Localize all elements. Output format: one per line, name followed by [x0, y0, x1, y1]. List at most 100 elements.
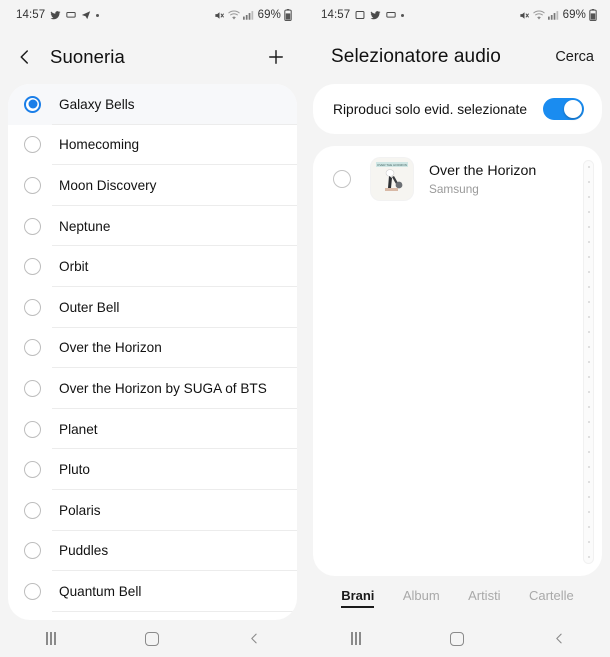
wifi-icon — [227, 10, 240, 21]
status-bar: 14:57 69% — [0, 0, 305, 30]
list-item-label: Moon Discovery — [59, 177, 157, 193]
mute-icon — [214, 10, 225, 21]
left-screen-ringtone-picker: 14:57 69% Suoneria Galaxy Bells Homecomi… — [0, 0, 305, 657]
mute-icon — [519, 10, 530, 21]
radio-button[interactable] — [24, 95, 41, 113]
system-navigation-bar — [305, 620, 610, 657]
song-artist: Samsung — [429, 181, 479, 196]
list-item[interactable]: Polaris — [8, 490, 297, 531]
back-icon[interactable] — [539, 627, 579, 651]
song-text: Over the Horizon Samsung — [429, 163, 536, 196]
page-title: Suoneria — [50, 46, 125, 67]
list-item[interactable]: Over the Horizon by SUGA of BTS — [8, 368, 297, 409]
status-bar-right: 69% — [214, 9, 292, 21]
list-item[interactable]: Pluto — [8, 449, 297, 490]
back-chevron-icon[interactable] — [16, 44, 42, 70]
list-item[interactable]: Orbit — [8, 246, 297, 287]
search-button[interactable]: Cerca — [555, 49, 594, 65]
play-only-selected-row[interactable]: Riproduci solo evid. selezionate — [313, 84, 602, 134]
back-icon[interactable] — [234, 627, 274, 651]
list-item[interactable]: Puddles — [8, 531, 297, 572]
message-icon — [386, 10, 396, 20]
radio-button[interactable] — [24, 379, 41, 397]
radio-button[interactable] — [24, 542, 41, 560]
radio-button[interactable] — [333, 170, 351, 188]
home-icon[interactable] — [437, 627, 477, 651]
radio-button[interactable] — [24, 420, 41, 438]
status-bar-clock: 14:57 — [16, 9, 46, 21]
list-item[interactable]: Neptune — [8, 206, 297, 247]
list-item-label: Puddles — [59, 543, 109, 559]
library-tabs: Brani Album Artisti Cartelle — [305, 576, 610, 620]
list-item-label: Quantum Bell — [59, 583, 142, 599]
song-title: Over the Horizon — [429, 162, 537, 179]
twitter-icon — [370, 10, 381, 21]
list-item-label: Outer Bell — [59, 299, 120, 315]
dot-icon — [96, 13, 100, 17]
tab-brani[interactable]: Brani — [341, 588, 375, 608]
radio-button[interactable] — [24, 461, 41, 479]
twitter-icon — [50, 10, 61, 21]
right-header: Selezionatore audio Cerca — [305, 30, 610, 84]
list-item[interactable]: Galaxy Bells — [8, 84, 297, 125]
radio-button[interactable] — [24, 217, 41, 235]
radio-button[interactable] — [24, 582, 41, 600]
row-divider — [52, 610, 297, 612]
toggle-label: Riproduci solo evid. selezionate — [333, 101, 528, 117]
status-bar-left: 14:57 — [16, 9, 100, 21]
album-art-image: OVER THE HORIZON — [371, 158, 413, 200]
left-header: Suoneria — [0, 30, 305, 84]
battery-percent-label: 69% — [562, 9, 586, 21]
tab-album[interactable]: Album — [403, 588, 440, 608]
signal-icon — [242, 10, 254, 20]
list-item-label: Orbit — [59, 259, 89, 275]
battery-icon — [589, 9, 597, 21]
battery-percent-label: 69% — [257, 9, 281, 21]
list-item-label: Over the Horizon — [59, 340, 162, 356]
screenshot-root: 14:57 69% Suoneria Galaxy Bells Homecomi… — [0, 0, 610, 657]
list-item[interactable]: Outer Bell — [8, 287, 297, 328]
home-icon[interactable] — [132, 627, 172, 651]
list-item[interactable]: OVER THE HORIZON Over the Horizon Samsun… — [313, 146, 602, 212]
radio-button[interactable] — [24, 501, 41, 519]
tab-artisti[interactable]: Artisti — [468, 588, 501, 608]
list-item-label: Homecoming — [59, 137, 140, 153]
list-item[interactable]: Moon Discovery — [8, 165, 297, 206]
list-item-label: Galaxy Bells — [59, 96, 135, 112]
svg-text:OVER THE HORIZON: OVER THE HORIZON — [377, 163, 407, 167]
list-item[interactable]: Quantum Bell — [8, 571, 297, 612]
status-bar-clock: 14:57 — [321, 9, 351, 21]
signal-icon — [547, 10, 559, 20]
right-screen-audio-picker: 14:57 69% Selezionatore audio Cerca Ripr… — [305, 0, 610, 657]
recents-icon[interactable] — [336, 627, 376, 651]
wifi-icon — [532, 10, 545, 21]
radio-button[interactable] — [24, 136, 41, 154]
list-item-label: Planet — [59, 421, 98, 437]
radio-button[interactable] — [24, 339, 41, 357]
plus-icon[interactable] — [263, 44, 289, 70]
gallery-icon — [355, 10, 365, 20]
battery-icon — [284, 9, 292, 21]
radio-button[interactable] — [24, 258, 41, 276]
list-item-label: Over the Horizon by SUGA of BTS — [59, 380, 267, 396]
radio-button[interactable] — [24, 176, 41, 194]
telegram-icon — [81, 10, 91, 20]
play-only-selected-toggle[interactable] — [543, 98, 584, 120]
list-item[interactable]: Planet — [8, 409, 297, 450]
system-navigation-bar — [0, 620, 305, 657]
recents-icon[interactable] — [31, 627, 71, 651]
list-item[interactable]: Over the Horizon — [8, 328, 297, 369]
songs-list: OVER THE HORIZON Over the Horizon Samsun… — [313, 146, 602, 576]
status-bar-left: 14:57 — [321, 9, 405, 21]
list-item[interactable]: Homecoming — [8, 125, 297, 166]
message-icon — [66, 10, 76, 20]
radio-button[interactable] — [24, 298, 41, 316]
list-item-label: Pluto — [59, 462, 90, 478]
alphabet-index-scrollbar[interactable] — [583, 160, 594, 564]
page-title: Selezionatore audio — [331, 46, 501, 67]
list-item-label: Neptune — [59, 218, 111, 234]
tab-cartelle[interactable]: Cartelle — [529, 588, 574, 608]
toggle-knob — [563, 99, 583, 119]
ringtone-list: Galaxy Bells Homecoming Moon Discovery N… — [8, 84, 297, 620]
status-bar-right: 69% — [519, 9, 597, 21]
